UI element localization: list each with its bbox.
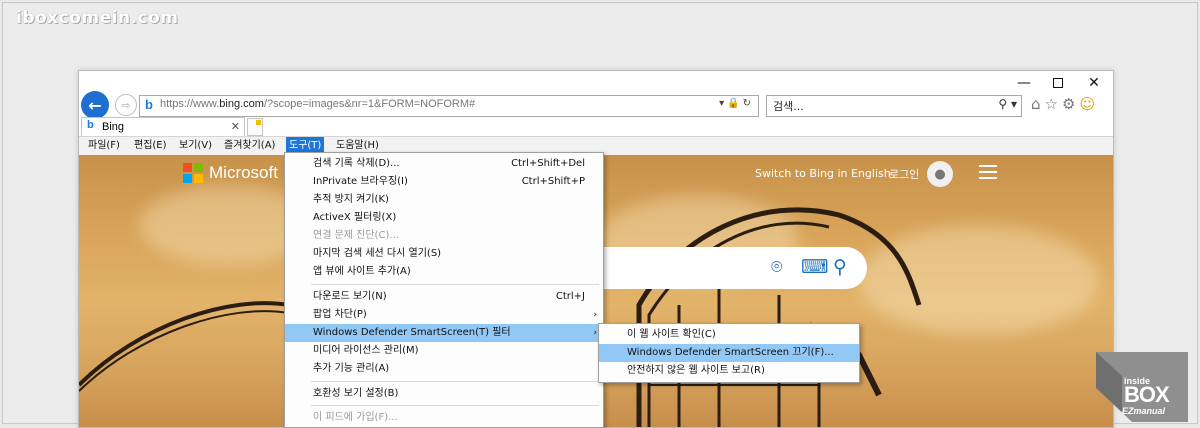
search-icon[interactable]: ⚲ [833,256,847,278]
maximize-icon [1053,78,1063,88]
new-tab-button[interactable] [247,118,263,136]
menu-favorites[interactable]: 즐겨찾기(A) [221,137,278,155]
address-actions-icon[interactable]: ▾🔒↻ [719,98,754,109]
bing-favicon-icon: b [87,119,94,131]
menu-item-check-site[interactable]: 이 웹 사이트 확인(C) [599,326,859,344]
tab-title: Bing [102,121,125,133]
gear-icon[interactable]: ⚙ [1062,95,1079,113]
visual-search-icon[interactable]: ⌾ [771,256,782,278]
bing-favicon-icon: b [145,97,153,112]
menu-item-popup-blocker[interactable]: 팝업 차단(P) › [285,306,603,324]
menu-item-delete-history[interactable]: 검색 기록 삭제(D)... Ctrl+Shift+Del [285,155,603,173]
menu-edit[interactable]: 편집(E) [131,137,170,155]
feedback-smiley-icon[interactable]: ☺ [1079,95,1099,113]
menu-item-turn-off-smartscreen[interactable]: Windows Defender SmartScreen 끄기(F)... [599,344,859,362]
close-window-button[interactable]: ✕ [1077,73,1111,93]
url-prefix: https://www. [160,98,220,110]
favorites-icon[interactable]: ☆ [1045,95,1062,113]
menu-item-tracking-protection[interactable]: 추적 방지 켜기(K) [285,191,603,209]
menu-separator [311,381,599,382]
chevron-right-icon: › [593,328,597,338]
hamburger-menu-icon[interactable] [979,165,997,183]
address-bar[interactable]: b https://www.bing.com/?scope=images&nr=… [139,95,759,117]
search-input[interactable]: 검색... ⚲ ▾ [766,95,1022,117]
bing-search-box[interactable]: ⌾ ⌨ ⚲ [599,247,867,289]
url-text[interactable]: https://www.bing.com/?scope=images&nr=1&… [160,98,475,110]
microsoft-logo-icon [183,163,203,183]
tab-bing[interactable]: b Bing ✕ [81,117,245,137]
menu-item-manage-addons[interactable]: 추가 기능 관리(A) [285,360,603,378]
toolbar-icons: ⌂☆⚙☺ [1031,95,1099,113]
menu-item-smartscreen[interactable]: Windows Defender SmartScreen(T) 필터 › [285,324,603,342]
maximize-button[interactable] [1041,73,1075,93]
menu-item-activex-filtering[interactable]: ActiveX 필터링(X) [285,209,603,227]
tools-menu: 검색 기록 삭제(D)... Ctrl+Shift+Del InPrivate 브… [284,152,604,428]
forward-button[interactable]: ⇨ [115,94,137,116]
close-tab-icon[interactable]: ✕ [231,120,240,133]
url-path: /?scope=images&nr=1&FORM=NOFORM# [263,98,476,110]
menu-item-media-licenses[interactable]: 미디어 라이선스 관리(M) [285,342,603,360]
menu-item-downloads[interactable]: 다운로드 보기(N) Ctrl+J [285,288,603,306]
menu-item-compatibility-view[interactable]: 호환성 보기 설정(B) [285,385,603,403]
menu-file[interactable]: 파일(F) [85,137,123,155]
menu-item-add-to-apps[interactable]: 앱 뷰에 사이트 추가(A) [285,263,603,281]
user-icon[interactable]: ● [927,161,953,187]
keyboard-icon[interactable]: ⌨ [801,256,828,278]
minimize-button[interactable]: — [1007,73,1041,93]
menu-separator [311,284,599,285]
url-domain: bing.com [219,98,264,110]
chevron-right-icon: › [593,310,597,320]
login-link[interactable]: 로그인 [889,166,919,182]
home-icon[interactable]: ⌂ [1031,95,1045,113]
menu-item-reopen-session[interactable]: 마지막 검색 세션 다시 열기(S) [285,245,603,263]
menu-separator [311,405,599,406]
menu-item-diagnose-connection: 연결 문제 진단(C)... [313,230,399,241]
switch-language-link[interactable]: Switch to Bing in English [755,167,891,180]
menu-item-report-unsafe-site[interactable]: 안전하지 않은 웹 사이트 보고(R) [599,362,859,380]
search-icon[interactable]: ⚲ ▾ [998,97,1017,111]
smartscreen-submenu: 이 웹 사이트 확인(C) Windows Defender SmartScre… [598,323,860,383]
menu-item-subscribe-feed: 이 피드에 가입(F)... [313,412,398,423]
site-watermark: iboxcomein.com [16,8,179,28]
back-button[interactable]: ← [81,91,109,119]
search-placeholder: 검색... [773,100,804,113]
menu-item-inprivate[interactable]: InPrivate 브라우징(I) Ctrl+Shift+P [285,173,603,191]
insidebox-logo: inside BOX EZmanual [1092,352,1188,422]
menu-view[interactable]: 보기(V) [176,137,215,155]
